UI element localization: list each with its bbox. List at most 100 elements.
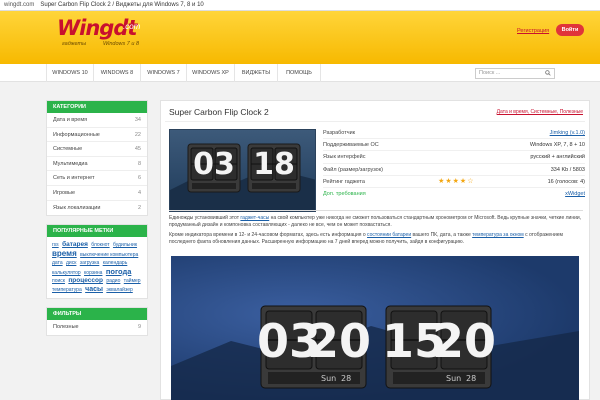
category-count: 4 <box>137 189 141 196</box>
main-content: Super Carbon Flip Clock 2 Дата и время, … <box>160 100 590 400</box>
logo-subtitle: гаджеты <box>62 41 87 47</box>
site-header: Wingdt .com гаджеты Windows 7 и 8 Регист… <box>0 11 600 64</box>
flip-clock-large: 03 20 Sun 28 1520 Sun 28 <box>171 305 579 400</box>
search-icon[interactable] <box>545 70 551 76</box>
clock2-date: 28 <box>466 374 476 383</box>
filter-item[interactable]: Полезные 9 <box>47 320 147 335</box>
tag-link[interactable]: rss <box>52 242 59 248</box>
category-count: 45 <box>134 146 141 153</box>
category-count: 2 <box>137 204 141 211</box>
category-label: Дата и время <box>53 117 88 123</box>
nav-windows-8[interactable]: WINDOWS 8 <box>94 64 141 82</box>
tags-heading: ПОПУЛЯРНЫЕ МЕТКИ <box>47 225 147 238</box>
logo-subtitle-os: Windows 7 и 8 <box>103 41 140 47</box>
category-item[interactable]: Сеть и интернет 6 <box>47 171 147 186</box>
site-logo[interactable]: Wingdt .com гаджеты Windows 7 и 8 <box>57 16 157 56</box>
tag-link[interactable]: блокнот <box>91 242 109 248</box>
description: Единожды установивший этот гаджет-часы н… <box>169 210 583 249</box>
tag-link[interactable]: погода <box>106 267 132 276</box>
nav-widgets[interactable]: ВИДЖЕТЫ <box>235 64 278 82</box>
gadget-thumbnail[interactable]: 03 18 <box>169 129 316 212</box>
category-count: 34 <box>134 117 141 123</box>
browser-title: Super Carbon Flip Clock 2 / Виджеты для … <box>40 2 204 8</box>
browser-url[interactable]: wingdt.com <box>4 2 34 8</box>
info-value[interactable]: Jimking (v.1.0) <box>550 127 585 138</box>
logo-com: .com <box>123 22 141 31</box>
nav-windows-xp[interactable]: WINDOWS XP <box>187 64 235 82</box>
tag-link[interactable]: процессор <box>68 277 103 284</box>
filters-heading: ФИЛЬТРЫ <box>47 308 147 321</box>
tag-link[interactable]: дата <box>52 260 63 266</box>
info-value[interactable]: xWidget <box>565 188 585 200</box>
tag-link[interactable]: корзина <box>84 270 102 276</box>
tag-link[interactable]: будильник <box>113 242 137 248</box>
category-count: 6 <box>137 175 141 182</box>
description-link[interactable]: гаджет-часы <box>240 215 269 221</box>
categories-heading: КАТЕГОРИИ <box>47 101 147 113</box>
gadget-screenshot[interactable]: 03 20 Sun 28 15 20 Sun 28 <box>171 256 579 400</box>
rating-stars-icon[interactable]: ★★★★☆ <box>438 176 474 187</box>
category-item[interactable]: Информационные 22 <box>47 128 147 143</box>
category-label: Сеть и интернет <box>53 175 95 182</box>
nav-windows-7[interactable]: WINDOWS 7 <box>141 64 187 82</box>
info-label: Язык интерфейс <box>323 154 366 161</box>
clock1-day: Sun <box>321 374 336 383</box>
info-value: 334 Kb / 5803 <box>550 166 585 173</box>
info-row-file: Файл (размер/загрузок) 334 Kb / 5803 <box>323 164 585 176</box>
divider <box>165 121 585 122</box>
browser-tab[interactable]: wingdt.com Super Carbon Flip Clock 2 / В… <box>0 0 600 11</box>
categories-block: КАТЕГОРИИ Дата и время 34 Информационные 2… <box>46 100 148 217</box>
info-row-rating: Рейтинг гаджета ★★★★☆ 16 (голосов: 4) <box>323 176 585 188</box>
tag-link[interactable]: калькулятор <box>52 270 81 276</box>
description-text: Кроме индикатора времени в 12- и 24-часо… <box>169 232 368 239</box>
category-item[interactable]: Дата и время 34 <box>47 113 147 128</box>
thumb-minutes: 18 <box>253 147 295 182</box>
description-text: вашего ПК, дата, а также <box>411 232 473 239</box>
category-label: Системные <box>53 146 83 153</box>
tags-block: ПОПУЛЯРНЫЕ МЕТКИ rss батарея блокнот буд… <box>46 224 148 300</box>
category-label: Мультимедиа <box>53 160 88 167</box>
search-input[interactable]: Поиск ... <box>475 68 555 79</box>
category-item[interactable]: Мультимедиа 8 <box>47 157 147 172</box>
category-count: 22 <box>134 131 141 138</box>
description-paragraph: Кроме индикатора времени в 12- и 24-часо… <box>169 232 583 245</box>
category-count: 8 <box>137 160 141 167</box>
info-label: Поддерживаемые ОС <box>323 142 379 149</box>
description-link[interactable]: состоянии батареи <box>367 232 411 238</box>
description-link[interactable]: температура за окном <box>472 232 524 238</box>
info-value: Windows XP, 7, 8 + 10 <box>529 142 585 149</box>
info-row-developer: Разработчик Jimking (v.1.0) <box>323 127 585 140</box>
register-link[interactable]: Регистрация <box>517 28 549 34</box>
tag-link[interactable]: диск <box>66 260 76 266</box>
tag-link[interactable]: поиск <box>52 278 65 284</box>
tag-link[interactable]: эквалайзер <box>106 287 132 293</box>
category-item[interactable]: Язык локализации 2 <box>47 201 147 216</box>
gadget-info: Разработчик Jimking (v.1.0) Поддерживаем… <box>323 127 585 200</box>
tag-link[interactable]: выключение компьютера <box>80 252 138 258</box>
tag-link[interactable]: батарея <box>62 241 88 248</box>
info-value: русский + английский <box>530 154 585 161</box>
tag-link[interactable]: календарь <box>103 260 128 266</box>
nav-help[interactable]: ПОМОЩЬ <box>278 64 321 82</box>
login-button[interactable]: Войти <box>556 24 584 36</box>
info-label: Доп. требования <box>323 190 366 197</box>
tag-link[interactable]: часы <box>85 286 103 293</box>
clock1-date: 28 <box>341 374 351 383</box>
info-row-os: Поддерживаемые ОС Windows XP, 7, 8 + 10 <box>323 139 585 152</box>
filter-count: 9 <box>137 324 141 331</box>
category-label: Игровые <box>53 189 76 196</box>
tag-link[interactable]: таймер <box>124 278 141 284</box>
breadcrumb[interactable]: Дата и время, Системные, Полезные <box>497 109 583 115</box>
tag-link[interactable]: температура <box>52 287 82 293</box>
nav-windows-10[interactable]: WINDOWS 10 <box>46 64 94 82</box>
main-nav: WINDOWS 10 WINDOWS 8 WINDOWS 7 WINDOWS X… <box>0 64 600 82</box>
clock2-day: Sun <box>446 374 461 383</box>
tag-link[interactable]: радио <box>106 278 120 284</box>
info-row-requirements: Доп. требования xWidget <box>323 188 585 200</box>
tag-link[interactable]: время <box>52 249 77 258</box>
category-item[interactable]: Системные 45 <box>47 142 147 157</box>
category-item[interactable]: Игровые 4 <box>47 186 147 201</box>
sidebar: КАТЕГОРИИ Дата и время 34 Информационные 2… <box>46 100 148 344</box>
description-paragraph: Единожды установивший этот гаджет-часы н… <box>169 215 583 228</box>
tag-link[interactable]: загрузка <box>80 260 100 266</box>
